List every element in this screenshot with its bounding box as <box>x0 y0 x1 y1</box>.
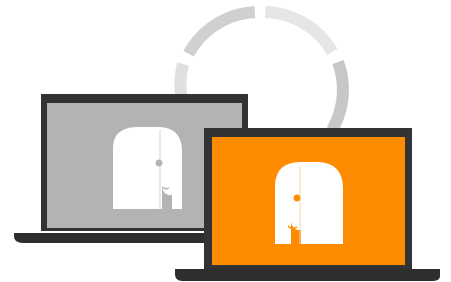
back-face-eye <box>155 159 163 167</box>
front-laptop <box>175 128 440 281</box>
ring-arc-top-left <box>183 6 256 57</box>
laptops-sync-illustration <box>14 6 440 281</box>
front-face-eye <box>293 194 301 202</box>
front-laptop-base <box>175 269 440 281</box>
ring-arc-top-right <box>264 6 338 55</box>
illustration-stage <box>0 0 451 282</box>
front-face-icon <box>275 162 343 244</box>
ring-arc-right <box>326 59 349 134</box>
